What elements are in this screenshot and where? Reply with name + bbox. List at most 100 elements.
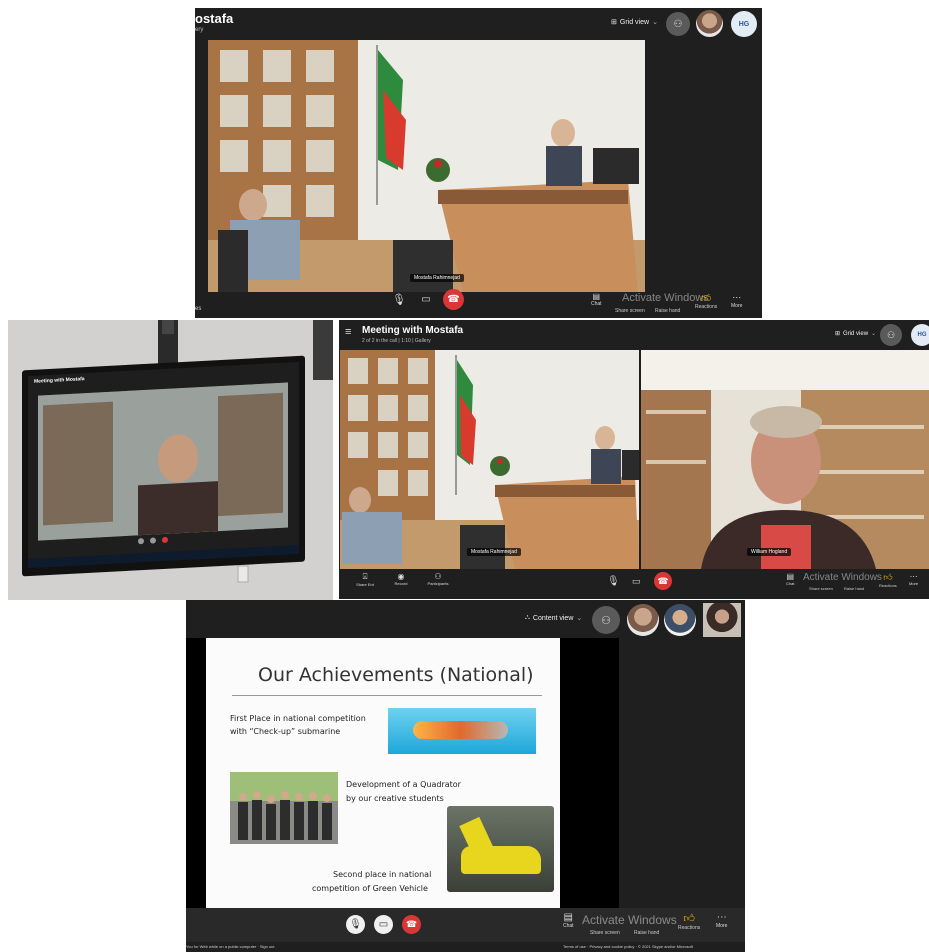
tv-video <box>38 382 288 541</box>
tv-hangup-icon <box>162 536 168 544</box>
hang-up-icon: ☎ <box>447 294 460 305</box>
avatar-participant-2[interactable] <box>664 604 696 636</box>
meeting-header: ostafa ery ⊞ Grid view ⌄ ⚇ HG <box>195 8 762 40</box>
camera-button[interactable]: ▭ <box>374 915 393 934</box>
meeting-subtitle: ery <box>195 27 204 33</box>
add-participant-button[interactable]: ⚇ <box>880 324 902 346</box>
share-screen-label: Share screen <box>590 930 620 936</box>
hamburger-menu-icon[interactable]: ≡ <box>345 326 351 338</box>
add-person-icon: ⚇ <box>886 329 896 340</box>
more-button[interactable]: ⋯ More <box>909 572 918 586</box>
green-vehicle-image <box>447 806 554 892</box>
content-view-icon: ⛬ <box>525 614 530 621</box>
add-participant-button[interactable]: ⚇ <box>592 606 620 634</box>
record-label: Record <box>394 581 408 586</box>
raise-hand-label: Raise hand <box>634 930 660 936</box>
participants-label: Participants <box>427 581 449 586</box>
shared-content-area: Our Achievements (National) First Place … <box>186 638 619 908</box>
side-gallery <box>619 638 745 908</box>
item-1-line-2: with “Check-up” submarine <box>230 727 341 736</box>
panel-3-meeting-window: ≡ Meeting with Mostafa 2 of 2 in the cal… <box>339 320 929 599</box>
chat-icon: ▤ <box>786 572 794 581</box>
thumbs-up-icon: 👍︎ <box>700 293 712 304</box>
item-1-line-1: First Place in national competition <box>230 714 366 723</box>
share-screen-label: Share screen <box>615 308 645 314</box>
avatar-user-hg[interactable]: HG <box>731 11 757 37</box>
share-icon: ⍓ <box>362 572 368 581</box>
record-button[interactable]: ◉ Record <box>389 572 413 586</box>
thumbs-up-icon: 👍︎ <box>683 913 695 925</box>
reactions-button[interactable]: 👍︎ Reactions <box>879 572 897 588</box>
raise-hand-button[interactable]: Raise hand <box>844 586 864 591</box>
meeting-title: Meeting with Mostafa <box>362 325 464 336</box>
avatar-initials: HG <box>917 332 927 338</box>
chevron-down-icon: ⌄ <box>652 19 658 26</box>
tv-meeting-title: Meeting with Mostafa <box>34 376 85 385</box>
end-call-button[interactable]: ☎ <box>402 915 421 934</box>
avatar-participant[interactable] <box>696 10 723 37</box>
more-button[interactable]: ⋯ More <box>716 912 727 929</box>
chat-button[interactable]: ▤ Chat <box>591 292 602 307</box>
item-3-line-2: competition of Green Vehicle <box>312 884 428 893</box>
item-3-line-1: Second place in national <box>333 870 432 879</box>
reactions-button[interactable]: 👍︎ Reactions <box>695 292 717 310</box>
avatar-participant-1[interactable] <box>627 604 659 636</box>
tv-frame: Meeting with Mostafa <box>22 355 305 577</box>
main-video-feed: Mostafa Rahimnejad <box>208 40 645 292</box>
more-label: More <box>731 303 743 309</box>
share-screen-button[interactable]: Share screen <box>615 308 645 314</box>
more-label: More <box>909 581 919 586</box>
chat-button[interactable]: ▤ Chat <box>786 572 794 586</box>
share-screen-label: Share screen <box>809 586 833 591</box>
end-call-button[interactable]: ☎ <box>654 572 672 590</box>
office-scene-image <box>208 40 645 292</box>
more-icon: ⋯ <box>732 292 742 302</box>
grid-icon: ⊞ <box>611 19 617 26</box>
camera-button[interactable]: ▭ <box>632 576 641 587</box>
footer-right-text[interactable]: Terms of use · Privacy and cookie policy… <box>563 944 693 949</box>
more-button[interactable]: ⋯ More <box>731 292 742 309</box>
participants-button[interactable]: ⚇ Participants <box>423 572 453 586</box>
content-view-label: Content view <box>532 614 574 622</box>
grid-view-button[interactable]: ⊞ Grid view ⌄ <box>611 18 658 27</box>
share-screen-button[interactable]: Share screen <box>590 930 620 936</box>
activate-windows-watermark: Activate Windows <box>582 913 677 927</box>
raise-hand-button[interactable]: Raise hand <box>634 930 659 936</box>
more-icon: ⋯ <box>909 572 918 581</box>
add-participant-button[interactable]: ⚇ <box>666 12 690 36</box>
grid-view-label: Grid view <box>619 18 650 26</box>
item-2-line-1: Development of a Quadrator <box>346 780 461 789</box>
grid-view-button[interactable]: ⊞ Grid view ⌄ <box>835 330 876 338</box>
chevron-down-icon: ⌄ <box>576 615 583 622</box>
reactions-label: Reactions <box>879 583 897 588</box>
panel-4-meeting-window: ⛬ Content view ⌄ ⚇ Our Achievements (Nat… <box>186 600 745 952</box>
share-screen-button[interactable]: Share screen <box>809 586 833 591</box>
chat-label: Chat <box>591 301 602 307</box>
mute-button[interactable]: 🎙︎ <box>391 291 407 307</box>
hang-up-icon: ☎ <box>657 575 669 586</box>
chat-label: Chat <box>563 923 574 929</box>
thumbs-up-icon: 👍︎ <box>883 572 893 582</box>
submarine-image <box>388 708 536 754</box>
video-camera-icon: ▭ <box>378 919 389 930</box>
submarine-shape <box>413 721 508 739</box>
end-call-button[interactable]: ☎ <box>443 289 464 310</box>
avatar-participant-3[interactable] <box>703 603 741 637</box>
reactions-button[interactable]: 👍︎ Reactions <box>678 912 700 931</box>
panel-2-tv-photo: Meeting with Mostafa <box>8 320 333 600</box>
call-controls-bar: 🎙︎ ▭ ☎ ▤ Chat Activate Windows Share scr… <box>186 908 745 942</box>
tv-video-image <box>38 382 288 541</box>
raise-hand-button[interactable]: Raise hand <box>655 308 680 314</box>
content-view-button[interactable]: ⛬ Content view ⌄ <box>525 614 582 622</box>
avatar-user-hg[interactable]: HG <box>911 324 929 346</box>
tv-controls <box>138 536 168 545</box>
chat-button[interactable]: ▤ Chat <box>563 912 574 929</box>
office-scene-image <box>340 350 639 569</box>
participants-icon: ⚇ <box>434 572 442 581</box>
reactions-label: Reactions <box>695 304 718 310</box>
footer-left-text[interactable]: You for Web while on a public computer ·… <box>186 944 275 949</box>
mute-button[interactable]: 🎙︎ <box>607 576 620 587</box>
share-ent-button[interactable]: ⍓ Share Ent <box>353 572 377 587</box>
camera-button[interactable]: ▭ <box>418 291 434 307</box>
mute-button[interactable]: 🎙︎ <box>346 915 365 934</box>
